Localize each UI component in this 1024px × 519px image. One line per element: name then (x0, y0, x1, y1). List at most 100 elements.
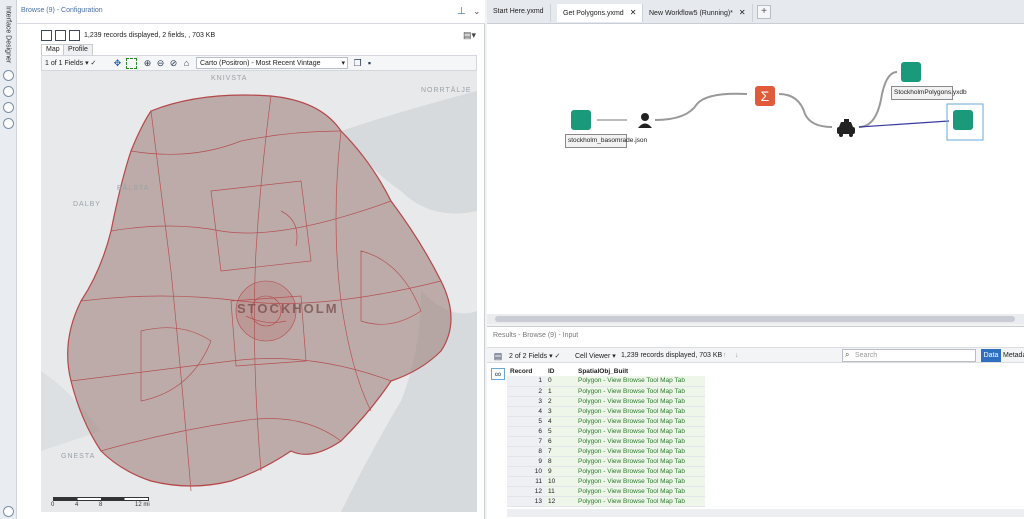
help-icon[interactable] (3, 118, 14, 129)
table-cell-id[interactable]: 3 (545, 406, 575, 417)
table-cell-id[interactable]: 8 (545, 456, 575, 467)
table-cell-value[interactable]: Polygon - View Browse Tool Map Tab (575, 436, 705, 447)
table-cell-value[interactable]: Polygon - View Browse Tool Map Tab (575, 396, 705, 407)
close-icon[interactable]: ✕ (739, 8, 746, 17)
home-icon[interactable]: ⌂ (181, 58, 192, 69)
table-cell-id[interactable]: 4 (545, 416, 575, 427)
column-header-id[interactable]: ID (545, 366, 575, 376)
table-cell-id[interactable]: 5 (545, 426, 575, 437)
table-cell-id[interactable]: 6 (545, 436, 575, 447)
summarize-tool[interactable]: Σ (755, 86, 775, 106)
table-cell-id[interactable]: 1 (545, 386, 575, 397)
table-row[interactable]: 7 6 Polygon - View Browse Tool Map Tab (507, 436, 705, 447)
tab-new-workflow5[interactable]: New Workflow5 (Running)* ✕ (643, 4, 753, 22)
table-row[interactable]: 12 11 Polygon - View Browse Tool Map Tab (507, 486, 705, 497)
down-arrow-icon[interactable]: ↓ (735, 352, 739, 359)
table-row[interactable]: 6 5 Polygon - View Browse Tool Map Tab (507, 426, 705, 437)
table-row[interactable]: 5 4 Polygon - View Browse Tool Map Tab (507, 416, 705, 427)
up-arrow-icon[interactable]: ↑ (723, 352, 727, 359)
table-cell-record[interactable]: 3 (507, 396, 545, 407)
search-input[interactable]: ⌕ Search (842, 349, 976, 362)
table-cell-value[interactable]: Polygon - View Browse Tool Map Tab (575, 446, 705, 457)
table-row[interactable]: 1 0 Polygon - View Browse Tool Map Tab (507, 376, 705, 387)
table-cell-record[interactable]: 10 (507, 466, 545, 477)
table-cell-record[interactable]: 6 (507, 426, 545, 437)
data-tab[interactable]: Data (981, 349, 1001, 362)
canvas-scrollbar[interactable] (487, 314, 1024, 324)
table-cell-id[interactable]: 9 (545, 466, 575, 477)
table-cell-value[interactable]: Polygon - View Browse Tool Map Tab (575, 476, 705, 487)
fields-selector[interactable]: 1 of 1 Fields ▾ ✓ (45, 59, 96, 67)
interface-designer-tab[interactable]: Interface Designer (2, 6, 14, 64)
check-icon[interactable] (3, 506, 14, 517)
table-cell-id[interactable]: 12 (545, 496, 575, 507)
save-icon[interactable]: ▪ (364, 58, 375, 69)
table-cell-record[interactable]: 8 (507, 446, 545, 457)
table-cell-value[interactable]: Polygon - View Browse Tool Map Tab (575, 456, 705, 467)
select-icon[interactable] (126, 58, 137, 69)
table-cell-record[interactable]: 9 (507, 456, 545, 467)
tab-start-here[interactable]: Start Here.yxmd (487, 4, 551, 22)
table-cell-record[interactable]: 7 (507, 436, 545, 447)
table-row[interactable]: 3 2 Polygon - View Browse Tool Map Tab (507, 396, 705, 407)
table-cell-value[interactable]: Polygon - View Browse Tool Map Tab (575, 496, 705, 507)
close-icon[interactable]: ✕ (630, 8, 637, 17)
zoom-extent-icon[interactable]: ⊘ (168, 58, 179, 69)
column-header-record[interactable]: Record (507, 366, 545, 376)
table-row[interactable]: 9 8 Polygon - View Browse Tool Map Tab (507, 456, 705, 467)
table-cell-id[interactable]: 7 (545, 446, 575, 457)
table-cell-value[interactable]: Polygon - View Browse Tool Map Tab (575, 466, 705, 477)
table-row[interactable]: 8 7 Polygon - View Browse Tool Map Tab (507, 446, 705, 457)
table-cell-record[interactable]: 13 (507, 496, 545, 507)
tag-icon[interactable] (3, 102, 14, 113)
table-row[interactable]: 4 3 Polygon - View Browse Tool Map Tab (507, 406, 705, 417)
input-data-tool[interactable] (571, 110, 591, 130)
table-cell-id[interactable]: 11 (545, 486, 575, 497)
tools-icon[interactable] (3, 86, 14, 97)
browse-tool[interactable] (953, 110, 973, 130)
table-cell-record[interactable]: 2 (507, 386, 545, 397)
add-tab-button[interactable]: + (757, 5, 771, 19)
column-header-spatialobj[interactable]: SpatialObj_Built (575, 366, 705, 376)
table-cell-record[interactable]: 12 (507, 486, 545, 497)
table-row[interactable]: 13 12 Polygon - View Browse Tool Map Tab (507, 496, 705, 507)
results-scrollbar[interactable] (507, 509, 1024, 517)
table-cell-id[interactable]: 2 (545, 396, 575, 407)
taxi-tool-icon[interactable] (836, 118, 856, 138)
table-cell-value[interactable]: Polygon - View Browse Tool Map Tab (575, 376, 705, 387)
pan-icon[interactable]: ✥ (112, 58, 123, 69)
user-tool-icon[interactable] (637, 112, 653, 128)
zoom-out-icon[interactable]: ⊖ (155, 58, 166, 69)
table-cell-record[interactable]: 5 (507, 416, 545, 427)
binoculars-icon[interactable]: ∞ (491, 368, 505, 380)
layout-single-button[interactable] (41, 30, 52, 41)
table-cell-record[interactable]: 1 (507, 376, 545, 387)
config-menu-icon[interactable]: ▤▾ (463, 30, 476, 41)
settings-icon[interactable] (3, 70, 14, 81)
scroll-thumb[interactable] (495, 316, 1015, 322)
copy-icon[interactable]: ❐ (352, 58, 363, 69)
table-cell-value[interactable]: Polygon - View Browse Tool Map Tab (575, 426, 705, 437)
table-row[interactable]: 11 10 Polygon - View Browse Tool Map Tab (507, 476, 705, 487)
results-fields-selector[interactable]: 2 of 2 Fields ▾ ✓ (509, 352, 560, 360)
pin-icon[interactable]: ⊥ (457, 6, 467, 18)
chevron-down-icon[interactable]: ⌄ (473, 6, 481, 17)
table-cell-record[interactable]: 4 (507, 406, 545, 417)
table-cell-id[interactable]: 0 (545, 376, 575, 387)
zoom-in-icon[interactable]: ⊕ (142, 58, 153, 69)
metadata-tab[interactable]: Metadata (1003, 349, 1024, 362)
table-cell-record[interactable]: 11 (507, 476, 545, 487)
map-view[interactable]: KNIVSTA NORRTÄLJE BÅLSTA DALBY GNESTA ST… (41, 71, 477, 512)
table-cell-id[interactable]: 10 (545, 476, 575, 487)
cell-viewer-selector[interactable]: Cell Viewer ▾ (575, 352, 616, 360)
layout-split-vertical-button[interactable] (55, 30, 66, 41)
output-data-tool[interactable] (901, 62, 921, 82)
table-cell-value[interactable]: Polygon - View Browse Tool Map Tab (575, 416, 705, 427)
table-cell-value[interactable]: Polygon - View Browse Tool Map Tab (575, 486, 705, 497)
layout-split-horizontal-button[interactable] (69, 30, 80, 41)
table-row[interactable]: 2 1 Polygon - View Browse Tool Map Tab (507, 386, 705, 397)
workflow-canvas[interactable]: stockholm_basomrade.json Σ StockholmPoly… (487, 24, 1024, 314)
table-row[interactable]: 10 9 Polygon - View Browse Tool Map Tab (507, 466, 705, 477)
table-cell-value[interactable]: Polygon - View Browse Tool Map Tab (575, 386, 705, 397)
table-view-icon[interactable]: ▤ (491, 351, 505, 363)
